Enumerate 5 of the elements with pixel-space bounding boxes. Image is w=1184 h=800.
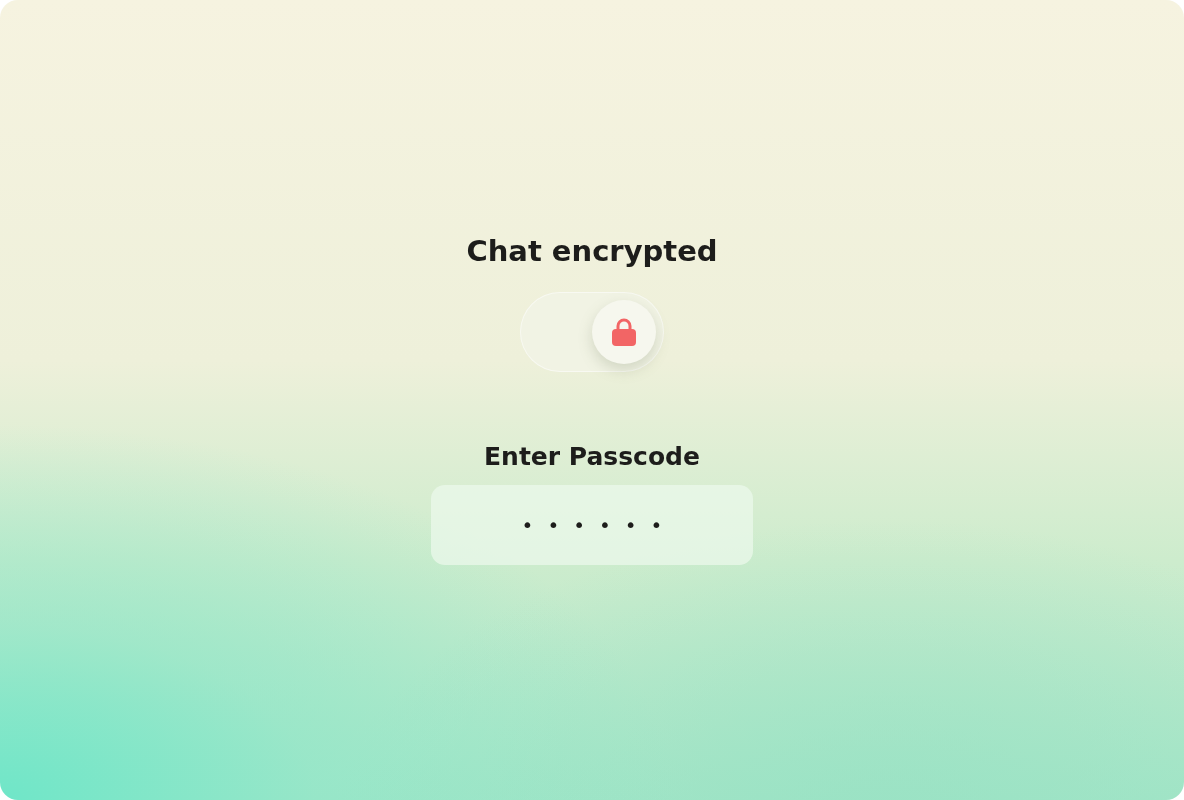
toggle-thumb[interactable]	[592, 300, 656, 364]
chat-encrypted-title: Chat encrypted	[466, 234, 718, 268]
passcode-field[interactable]: ••••••	[431, 485, 753, 565]
lock-icon	[611, 317, 637, 347]
passcode-label: Enter Passcode	[484, 442, 700, 471]
